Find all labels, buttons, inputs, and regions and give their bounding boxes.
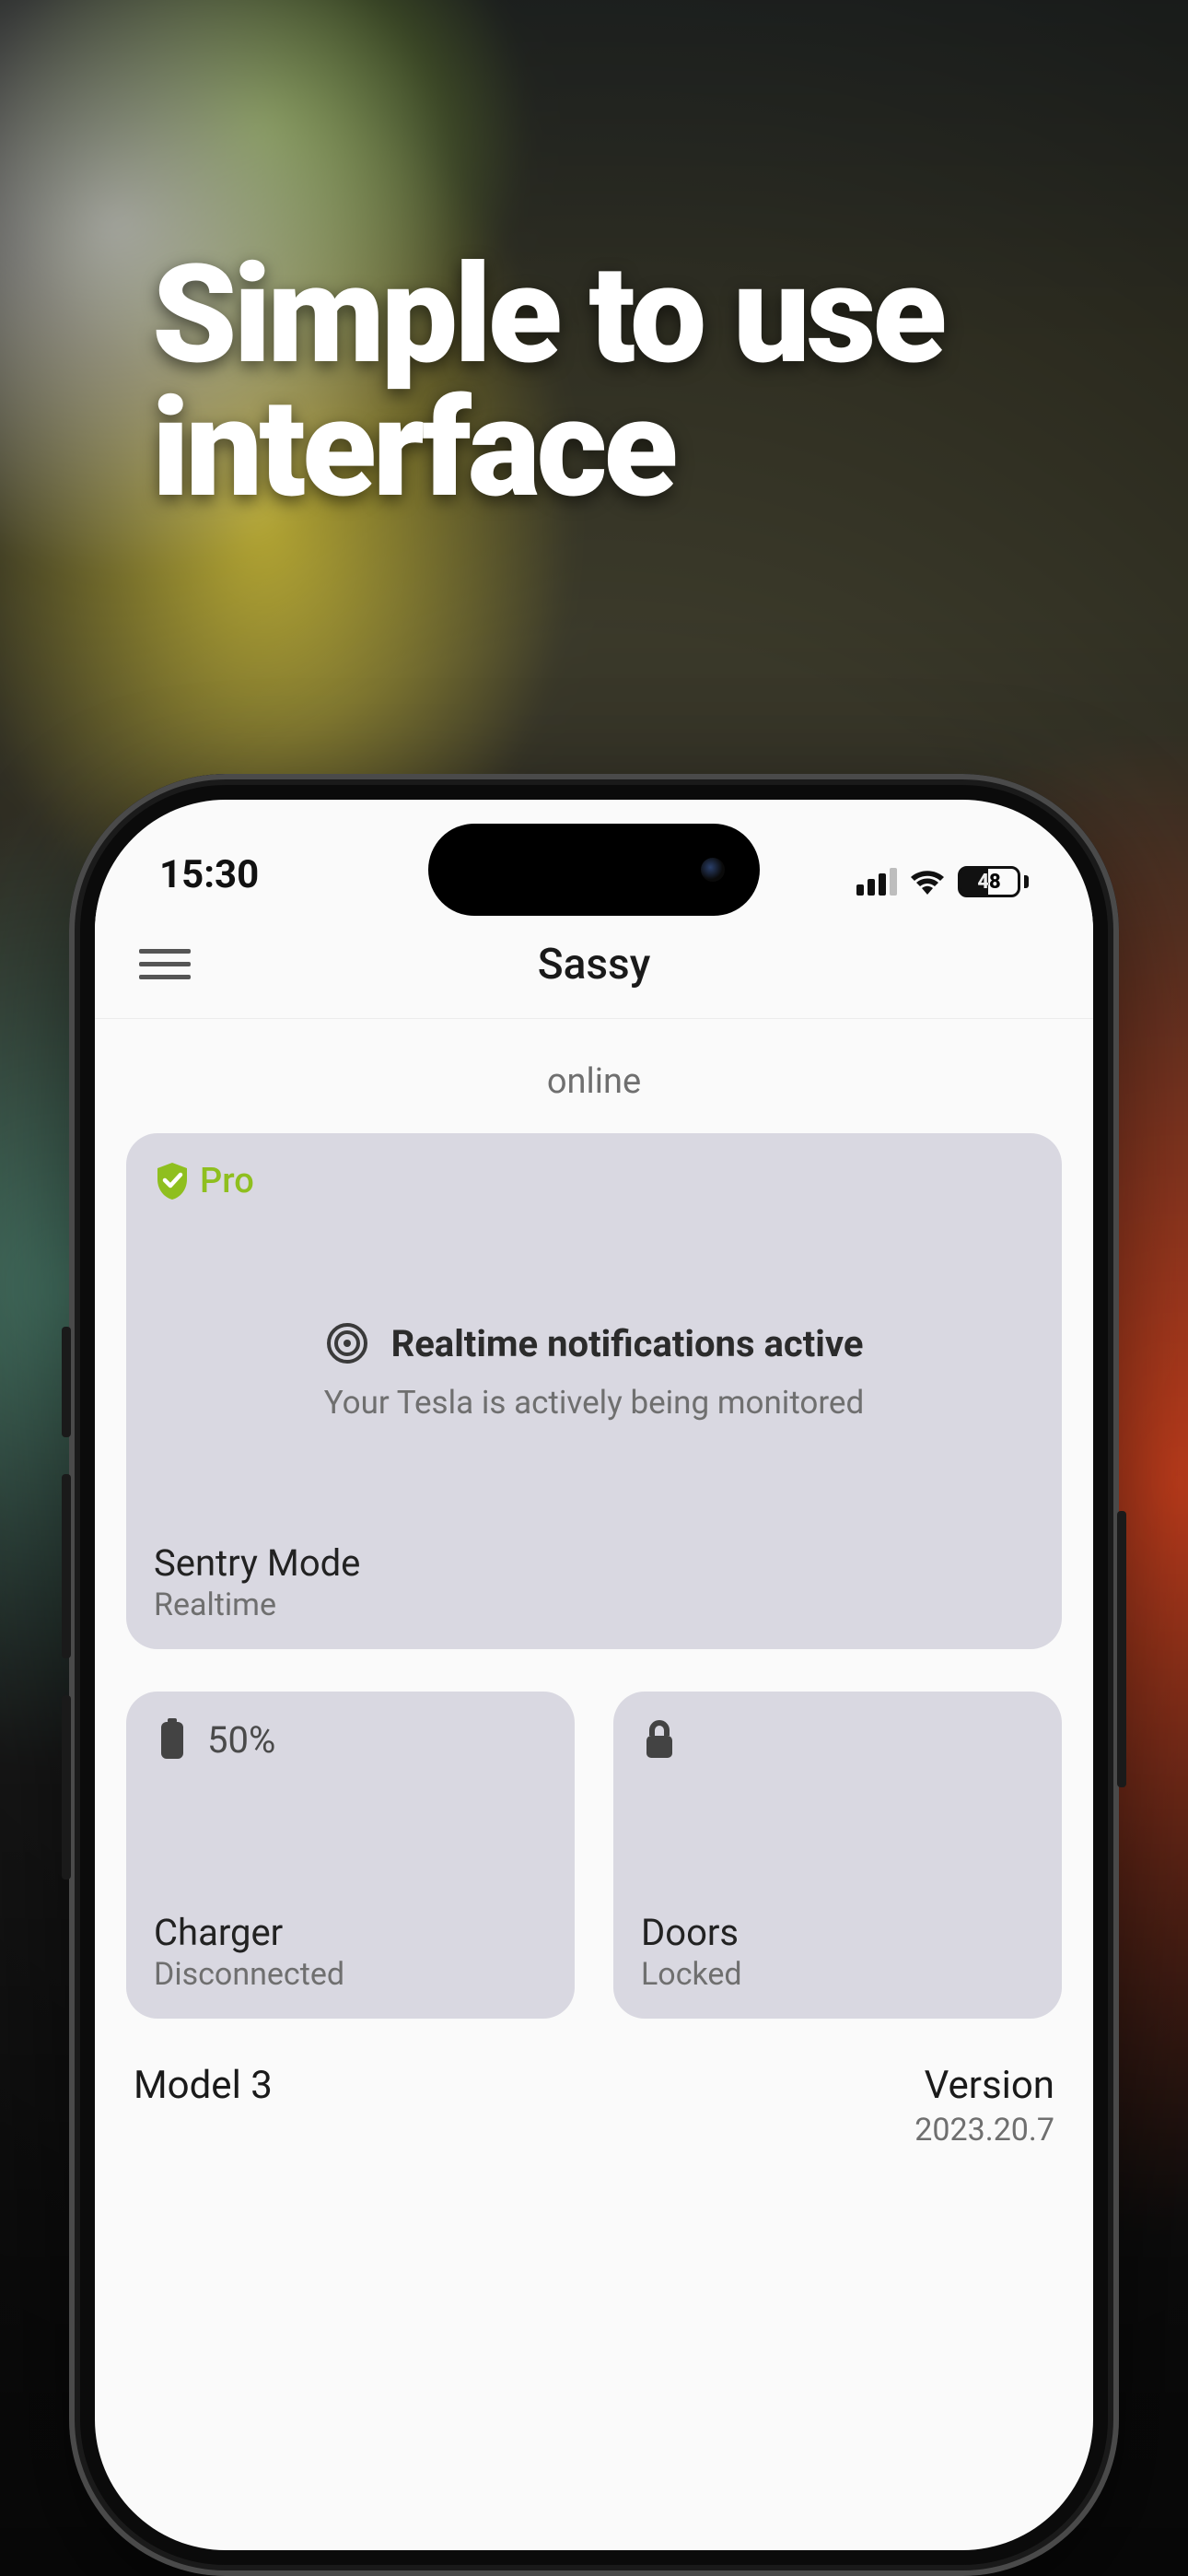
charger-card[interactable]: 50% Charger Disconnected — [126, 1692, 575, 2019]
sentry-card-title: Sentry Mode — [154, 1541, 1034, 1585]
version-label: Version — [914, 2063, 1054, 2108]
status-time: 15:30 — [159, 852, 259, 897]
dynamic-island — [428, 824, 760, 916]
vehicle-meta: Model 3 Version 2023.20.7 — [126, 2019, 1062, 2149]
content-area: online Pro — [95, 1019, 1093, 2550]
doors-card[interactable]: Doors Locked — [613, 1692, 1062, 2019]
connection-status: online — [126, 1036, 1062, 1133]
phone-side-button — [1117, 1511, 1126, 1787]
headline-line2: interface — [152, 382, 943, 516]
cellular-signal-icon — [856, 868, 897, 896]
phone-side-button — [62, 1474, 71, 1658]
broadcast-icon — [325, 1321, 369, 1365]
phone-side-button — [62, 1327, 71, 1437]
wifi-icon — [910, 869, 945, 895]
phone-side-button — [62, 1695, 71, 1879]
app-title: Sassy — [538, 940, 651, 989]
marketing-headline: Simple to use interface — [152, 249, 943, 516]
charger-card-title: Charger — [154, 1911, 547, 1954]
battery-percent: 48 — [977, 871, 1000, 894]
hamburger-menu-icon[interactable] — [139, 939, 191, 990]
sentry-card[interactable]: Pro Realtime notifications active — [126, 1133, 1062, 1649]
battery-indicator: 48 — [958, 866, 1029, 897]
sentry-card-subtext: Your Tesla is actively being monitored — [324, 1384, 864, 1422]
pro-badge: Pro — [154, 1161, 1034, 1201]
phone-frame: 15:30 48 S — [69, 774, 1119, 2576]
sentry-card-subtitle: Realtime — [154, 1587, 1034, 1623]
app-header: Sassy — [95, 910, 1093, 1019]
doors-card-subtitle: Locked — [641, 1956, 1034, 1993]
vehicle-model: Model 3 — [134, 2063, 273, 2108]
charger-card-subtitle: Disconnected — [154, 1956, 547, 1993]
lock-icon — [641, 1717, 678, 1762]
doors-card-title: Doors — [641, 1911, 1034, 1954]
battery-icon — [154, 1717, 191, 1762]
headline-line1: Simple to use — [152, 249, 943, 382]
charger-battery-percent: 50% — [207, 1718, 275, 1762]
sentry-card-headline: Realtime notifications active — [391, 1322, 864, 1365]
phone-screen: 15:30 48 S — [95, 800, 1093, 2550]
version-value: 2023.20.7 — [914, 2112, 1054, 2149]
shield-check-icon — [154, 1161, 191, 1201]
pro-badge-label: Pro — [200, 1161, 254, 1201]
